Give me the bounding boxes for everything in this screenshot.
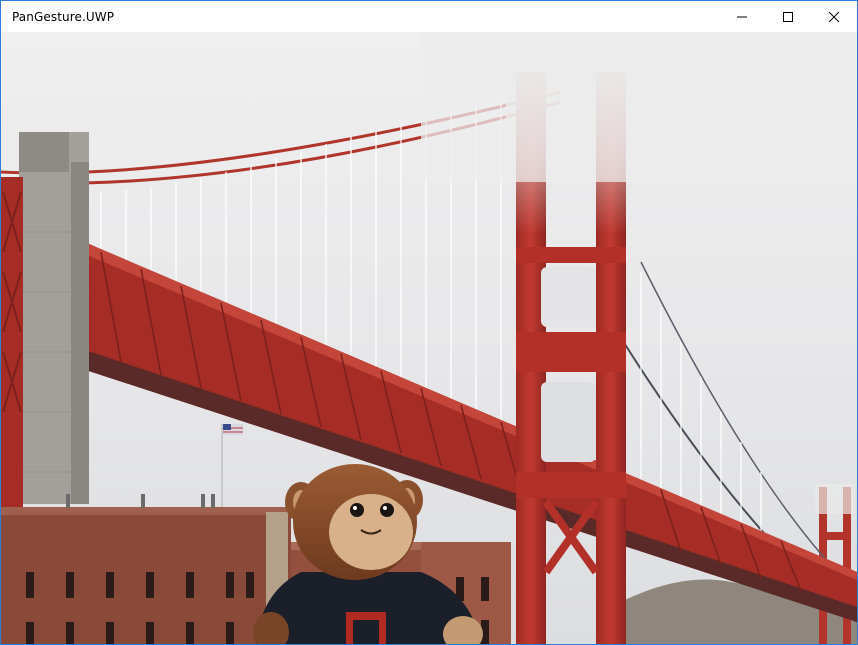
title-bar[interactable]: PanGesture.UWP bbox=[1, 1, 857, 32]
maximize-button[interactable] bbox=[765, 1, 811, 32]
window-title: PanGesture.UWP bbox=[12, 9, 115, 24]
left-arch bbox=[1, 177, 23, 507]
minimize-button[interactable] bbox=[719, 1, 765, 32]
minimize-icon bbox=[737, 16, 747, 17]
close-button[interactable] bbox=[811, 1, 857, 32]
window-controls bbox=[719, 1, 857, 32]
fog bbox=[421, 32, 857, 182]
app-window: PanGesture.UWP bbox=[0, 0, 858, 645]
close-icon bbox=[828, 11, 840, 22]
maximize-icon bbox=[783, 11, 793, 22]
concrete-pylon bbox=[19, 132, 89, 504]
bridge-photo bbox=[1, 32, 857, 644]
pannable-image-area[interactable] bbox=[1, 32, 857, 644]
